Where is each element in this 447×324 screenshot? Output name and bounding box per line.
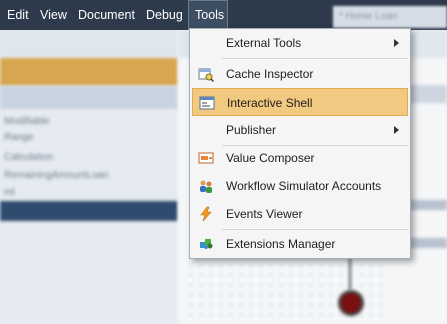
menu-item-interactive-shell[interactable]: Interactive Shell — [192, 88, 408, 116]
menu-item-label: Extensions Manager — [226, 237, 336, 251]
menu-tools[interactable]: Tools — [188, 0, 228, 30]
menu-debug[interactable]: Debug — [140, 0, 189, 30]
menu-item-label: Events Viewer — [226, 207, 303, 221]
menu-item-label: Value Composer — [226, 151, 315, 165]
menu-item-workflow-simulator-accounts[interactable]: Workflow Simulator Accounts — [192, 172, 408, 200]
menu-item-label: External Tools — [226, 36, 302, 50]
menu-item-publisher[interactable]: Publisher — [192, 116, 408, 144]
document-tab[interactable]: * Home Loan Calculation — [333, 6, 447, 44]
shell-window-icon — [199, 96, 215, 110]
cache-inspector-icon — [198, 68, 214, 82]
menu-item-label: Interactive Shell — [227, 96, 313, 110]
puzzle-icon — [200, 239, 213, 249]
canvas-element — [410, 200, 447, 210]
canvas-element — [410, 238, 447, 248]
menu-separator — [222, 58, 408, 59]
list-item[interactable]: Range — [4, 132, 33, 148]
menu-item-value-composer[interactable]: Value Composer — [192, 144, 408, 172]
menu-item-extensions-manager[interactable]: Extensions Manager — [192, 230, 408, 258]
users-icon — [200, 180, 212, 193]
submenu-arrow-icon — [394, 126, 399, 134]
list-item[interactable]: RemainingAmountLoan — [4, 170, 109, 186]
value-composer-icon — [198, 152, 214, 164]
selected-row[interactable] — [0, 201, 178, 221]
list-item[interactable]: Modifiable — [4, 116, 50, 132]
list-item[interactable]: Calculation — [4, 152, 53, 168]
menu-item-events-viewer[interactable]: Events Viewer — [192, 200, 408, 228]
workflow-end-node[interactable] — [338, 290, 364, 316]
menu-item-label: Publisher — [226, 123, 277, 137]
menu-view[interactable]: View — [34, 0, 73, 30]
left-panel-header — [0, 58, 178, 86]
menu-item-external-tools[interactable]: External Tools — [192, 29, 408, 57]
menu-edit[interactable]: Edit — [1, 0, 35, 30]
menu-bar: Edit View Document Debug Tools * Home Lo… — [0, 0, 447, 44]
menu-item-cache-inspector[interactable]: Cache Inspector — [192, 60, 408, 88]
menu-item-label: Cache Inspector — [226, 67, 314, 81]
tools-menu: External Tools Cache Inspector Interacti… — [189, 28, 411, 259]
left-panel-toolbar — [0, 30, 178, 58]
submenu-arrow-icon — [394, 39, 399, 47]
left-panel-subtoolbar — [0, 86, 178, 110]
menu-document[interactable]: Document — [72, 0, 141, 30]
lightning-icon — [200, 206, 212, 222]
menu-item-label: Workflow Simulator Accounts — [226, 179, 382, 193]
